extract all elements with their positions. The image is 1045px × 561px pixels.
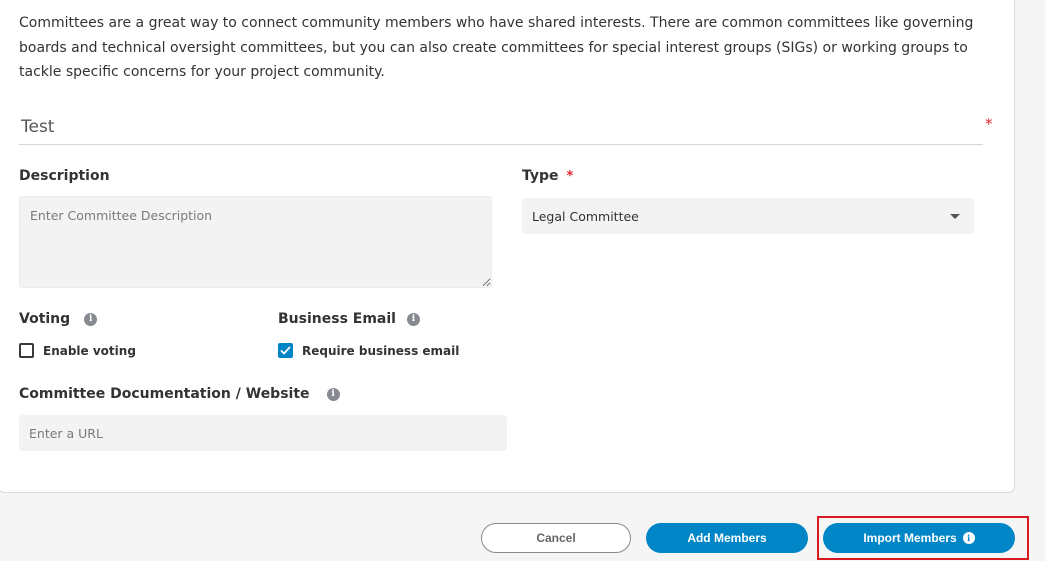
name-required-star: * — [985, 115, 993, 133]
business-email-label: Business Email i — [278, 311, 420, 327]
documentation-label: Committee Documentation / Website i — [19, 386, 340, 402]
chevron-down-icon — [950, 213, 960, 219]
require-business-email-checkbox[interactable] — [278, 343, 293, 358]
enable-voting-label: Enable voting — [43, 343, 136, 358]
info-icon[interactable]: i — [326, 387, 340, 401]
cancel-button[interactable]: Cancel — [481, 523, 631, 553]
info-icon: i — [962, 532, 975, 544]
enable-voting-checkbox-row[interactable]: Enable voting — [19, 343, 136, 358]
enable-voting-checkbox[interactable] — [19, 343, 34, 358]
voting-label-text: Voting — [19, 311, 71, 327]
voting-label: Voting i — [19, 311, 98, 327]
type-required-star: * — [566, 168, 574, 184]
committee-name-input[interactable] — [19, 110, 983, 145]
description-textarea[interactable] — [19, 196, 492, 288]
info-icon[interactable]: i — [406, 312, 420, 326]
require-business-email-checkbox-row[interactable]: Require business email — [278, 343, 459, 358]
import-members-label: Import Members — [863, 531, 957, 545]
type-label-text: Type — [522, 168, 559, 184]
description-label: Description — [19, 168, 110, 184]
documentation-label-text: Committee Documentation / Website — [19, 386, 310, 402]
checkmark-icon — [280, 346, 291, 355]
type-label: Type * — [522, 168, 573, 184]
import-members-button[interactable]: Import Members i — [823, 523, 1015, 553]
info-icon[interactable]: i — [84, 312, 98, 326]
add-members-button[interactable]: Add Members — [646, 523, 808, 553]
type-selected-value: Legal Committee — [532, 208, 639, 224]
description-label-text: Description — [19, 168, 110, 184]
documentation-url-input[interactable] — [19, 415, 507, 451]
type-select[interactable]: Legal Committee — [522, 198, 974, 234]
intro-text: Committees are a great way to connect co… — [19, 15, 974, 80]
business-email-label-text: Business Email — [278, 311, 396, 327]
require-business-email-label: Require business email — [302, 343, 460, 358]
